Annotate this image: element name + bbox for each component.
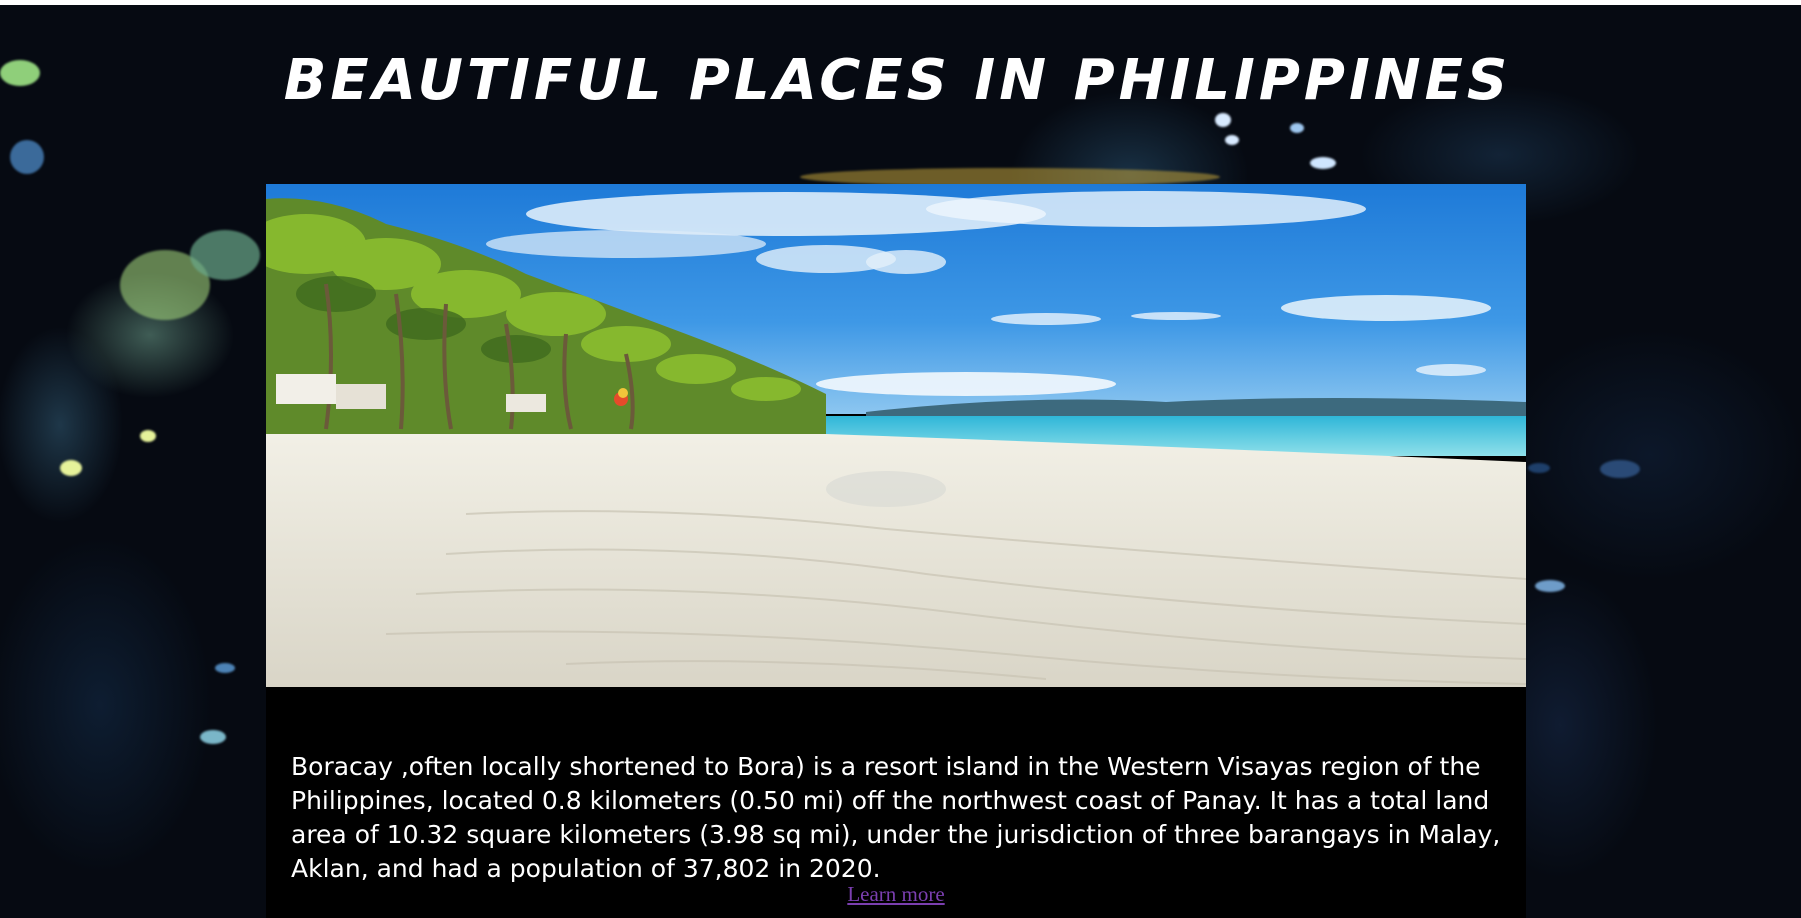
learn-more-link[interactable]: Learn more [847,882,944,906]
page-title: BEAUTIFUL PLACES IN PHILIPPINES [283,48,1512,113]
bokeh-speck [1225,135,1239,145]
bokeh-speck [1528,463,1550,473]
content-card: Boracay ,often locally shortened to Bora… [266,184,1526,918]
bokeh-speck [190,230,260,280]
bokeh-speck [1310,157,1336,169]
bokeh-speck [10,140,44,174]
bokeh-speck [200,730,226,744]
bokeh-speck [60,460,82,476]
place-description: Boracay ,often locally shortened to Bora… [291,752,1501,883]
bokeh-speck [1600,460,1640,478]
bokeh-speck [1290,123,1304,133]
bokeh-speck [140,430,156,442]
bokeh-speck [1215,113,1231,127]
bokeh-speck [1535,580,1565,592]
learn-more-container: Learn more [266,882,1526,907]
bokeh-speck [215,663,235,673]
hero-image [266,184,1526,687]
